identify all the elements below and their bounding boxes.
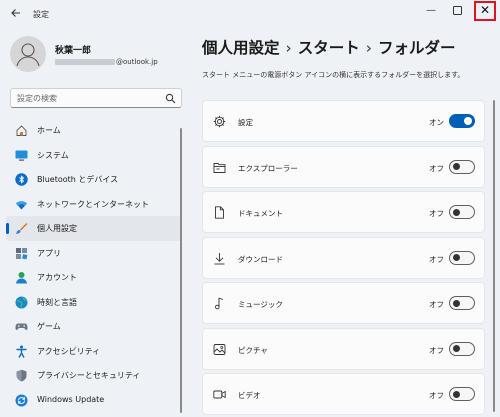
avatar — [10, 36, 46, 72]
search-input[interactable] — [17, 92, 167, 104]
sidebar-scrollbar[interactable] — [180, 128, 182, 413]
home-icon — [16, 125, 27, 136]
windows-update-icon — [15, 394, 28, 406]
search-box[interactable] — [10, 88, 182, 108]
music-toggle[interactable] — [449, 296, 475, 310]
gear-icon — [213, 115, 226, 128]
breadcrumb: 個人用設定 › スタート › フォルダー — [202, 36, 455, 58]
download-icon — [214, 252, 225, 264]
toggle-state-text: オフ — [429, 300, 444, 309]
folder-label: ドキュメント — [238, 209, 283, 218]
account-icon — [16, 272, 27, 284]
toggle-knob — [453, 299, 460, 307]
sidebar-item-network[interactable]: ネットワークとインターネット — [6, 192, 182, 217]
apps-icon — [16, 247, 28, 259]
shield-icon — [16, 369, 27, 382]
email-redaction — [55, 59, 115, 65]
bluetooth-icon — [15, 173, 28, 186]
maximize-button[interactable] — [446, 2, 468, 20]
toggle-knob — [453, 163, 460, 170]
close-button[interactable]: ✕ — [474, 1, 496, 21]
settings-toggle[interactable] — [449, 114, 475, 128]
toggle-knob — [453, 254, 460, 261]
toggle-state-text: オフ — [429, 254, 444, 264]
toggle-state-text: オフ — [429, 345, 444, 355]
sidebar-item-personalization[interactable]: 個人用設定 — [6, 216, 182, 241]
sidebar-item-apps[interactable]: アプリ — [6, 241, 182, 266]
system-icon — [15, 150, 28, 161]
page-description: スタート メニューの電源ボタン アイコンの横に表示するフォルダーを選択します。 — [202, 71, 465, 79]
folder-row-file-explorer: エクスプローラー オフ — [202, 145, 485, 188]
user-email: @outlook.jp — [55, 58, 158, 66]
sidebar-item-bluetooth[interactable]: Bluetooth とデバイス — [6, 167, 182, 192]
downloads-toggle[interactable] — [449, 250, 475, 265]
sidebar-item-time-language[interactable]: 時刻と言語 — [6, 290, 182, 315]
toggle-state-text: オフ — [429, 209, 444, 218]
folder-row-documents: ドキュメント オフ — [202, 191, 485, 233]
user-name: 秋葉一郎 — [55, 46, 92, 56]
folder-label: ミュージック — [238, 300, 283, 309]
folder-label: 設定 — [238, 118, 253, 127]
folder-row-downloads: ダウンロード オフ — [202, 236, 485, 279]
folder-row-music: ミュージック オフ — [202, 282, 485, 324]
breadcrumb-separator: › — [365, 39, 372, 57]
accessibility-icon — [16, 345, 27, 358]
video-icon — [213, 390, 226, 399]
toggle-state-text: オフ — [429, 391, 444, 400]
sidebar-item-home[interactable]: ホーム — [6, 118, 182, 143]
videos-toggle[interactable] — [449, 387, 475, 401]
toggle-state-text: オフ — [429, 163, 444, 173]
documents-toggle[interactable] — [449, 205, 475, 219]
main-scrollbar[interactable] — [493, 100, 495, 412]
toggle-knob — [464, 117, 472, 125]
music-icon — [215, 297, 224, 310]
file-explorer-icon — [213, 162, 226, 173]
time-language-icon — [15, 296, 28, 308]
search-icon[interactable] — [165, 93, 176, 104]
person-icon — [16, 43, 40, 67]
gaming-icon — [15, 323, 28, 330]
breadcrumb-personalization[interactable]: 個人用設定 — [202, 39, 280, 57]
brush-icon — [16, 223, 28, 234]
folder-label: ダウンロード — [238, 254, 283, 264]
sidebar-item-accessibility[interactable]: アクセシビリティ — [6, 339, 182, 364]
toggle-state-text: オン — [429, 118, 444, 127]
toggle-knob — [453, 390, 460, 398]
sidebar-item-windows-update[interactable]: Windows Update — [6, 388, 182, 413]
toggle-knob — [453, 208, 460, 216]
sidebar-item-gaming[interactable]: ゲーム — [6, 314, 182, 339]
wifi-icon — [15, 200, 28, 209]
back-arrow-icon[interactable] — [8, 7, 24, 23]
sidebar-item-system[interactable]: システム — [6, 143, 182, 168]
folder-label: エクスプローラー — [238, 163, 298, 173]
breadcrumb-start[interactable]: スタート — [298, 39, 360, 57]
folder-row-pictures: ピクチャ オフ — [202, 327, 485, 370]
document-icon — [215, 206, 224, 219]
pictures-toggle[interactable] — [449, 341, 475, 356]
app-title: 設定 — [33, 10, 49, 19]
toggle-knob — [453, 345, 460, 352]
sidebar-item-accounts[interactable]: アカウント — [6, 265, 182, 290]
sidebar-nav: ホーム システム Bluetooth とデバイス ネットワークとインターネット … — [6, 118, 182, 412]
folder-row-videos: ビデオ オフ — [202, 373, 485, 415]
folder-label: ピクチャ — [238, 345, 268, 355]
minimize-button[interactable]: — — [420, 2, 442, 20]
folder-row-settings: 設定 オン — [202, 100, 485, 142]
file-explorer-toggle[interactable] — [449, 159, 475, 174]
folder-label: ビデオ — [238, 391, 261, 400]
title-bar: 設定 — ✕ — [0, 0, 500, 30]
sidebar-item-privacy[interactable]: プライバシーとセキュリティ — [6, 363, 182, 388]
folder-list: 設定 オン エクスプローラー オフ ドキュメント オフ ダウンロード オフ ミュ… — [202, 100, 485, 417]
page-title: フォルダー — [377, 39, 456, 57]
picture-icon — [213, 343, 226, 355]
breadcrumb-separator: › — [285, 39, 292, 57]
